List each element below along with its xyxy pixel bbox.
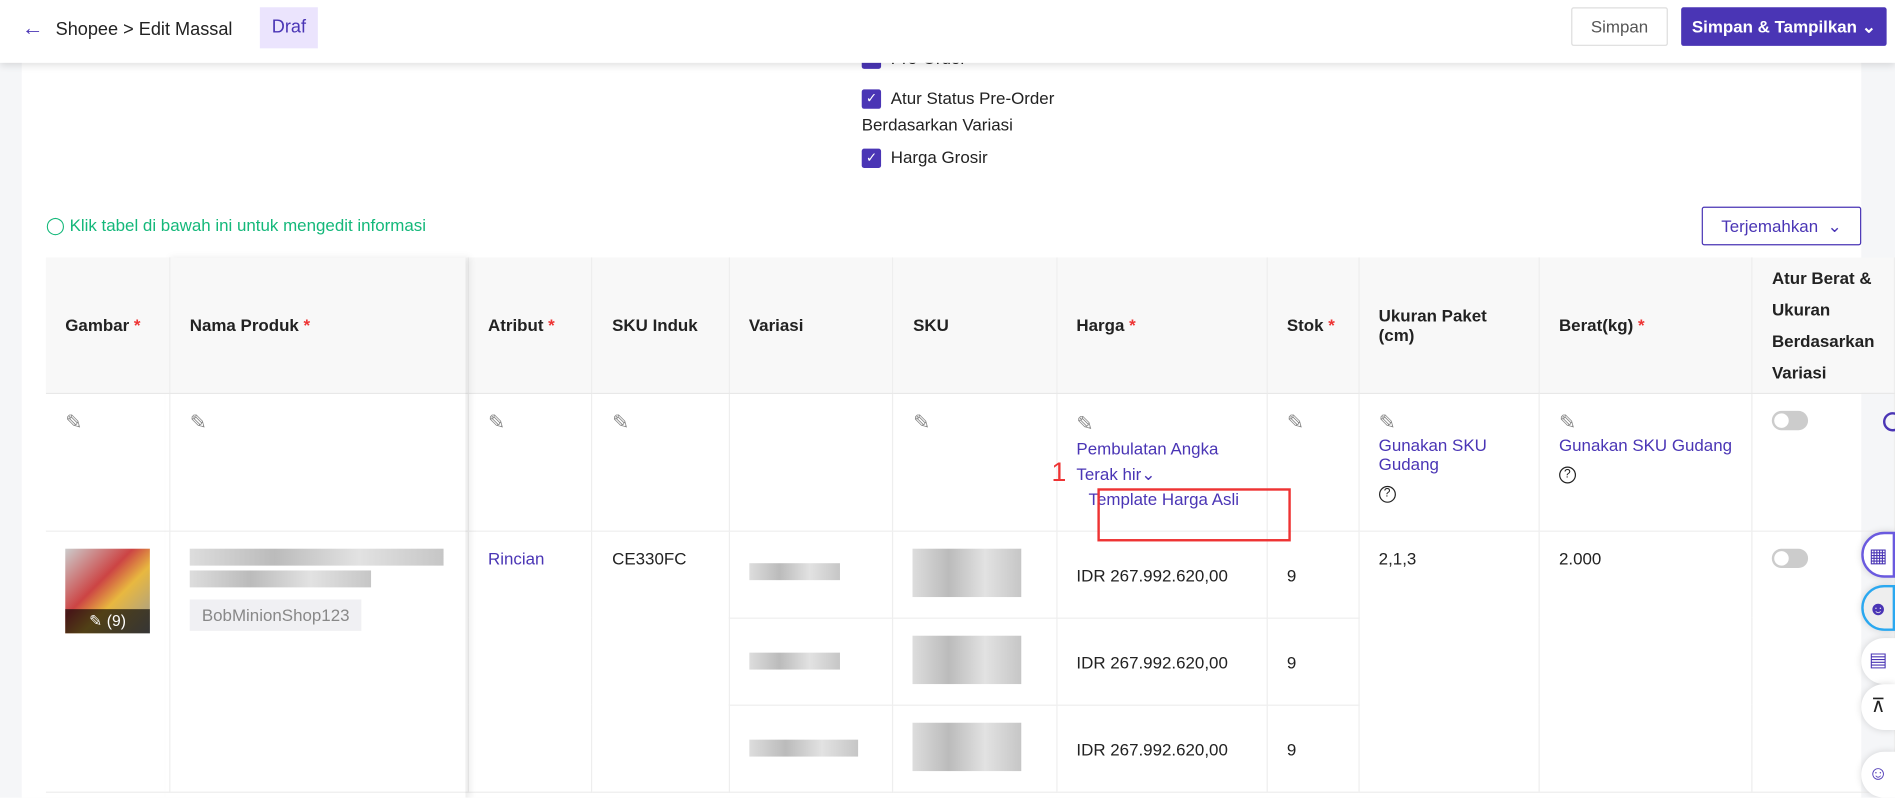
col-parent-sku: SKU Induk bbox=[592, 257, 730, 394]
warehouse-sku-link[interactable]: Gunakan SKU Gudang bbox=[1379, 434, 1487, 473]
breadcrumb: Shopee > Edit Massal bbox=[55, 19, 233, 40]
sku-blurred[interactable] bbox=[913, 722, 1022, 771]
edit-icon[interactable]: ✎ bbox=[1559, 410, 1732, 434]
edit-icon[interactable]: ✎ bbox=[488, 410, 572, 434]
package-size[interactable]: 2,1,3 bbox=[1358, 530, 1540, 793]
edit-icon[interactable]: ✎ bbox=[1287, 410, 1339, 434]
edit-icon[interactable]: ✎ bbox=[1076, 410, 1247, 435]
weight[interactable]: 2.000 bbox=[1539, 530, 1753, 793]
col-stock: Stok * bbox=[1266, 257, 1360, 394]
header-row: Gambar * Nama Produk * Atribut * SKU Ind… bbox=[45, 257, 1895, 394]
annotation-number: 1 bbox=[1051, 456, 1067, 488]
col-image: Gambar * bbox=[45, 257, 171, 394]
variation-blurred[interactable] bbox=[748, 652, 840, 669]
help-icon[interactable]: ? bbox=[1558, 465, 1576, 483]
checkbox[interactable]: ✓ bbox=[861, 89, 882, 110]
product-image[interactable]: ✎ (9) bbox=[65, 548, 150, 633]
option-label: Atur Status Pre-Order bbox=[890, 88, 1055, 108]
edit-icon[interactable]: ✎ bbox=[913, 410, 1036, 434]
sku-blurred[interactable] bbox=[913, 635, 1022, 684]
price[interactable]: IDR 267.992.620,00 bbox=[1056, 704, 1268, 793]
option-label-2: Berdasarkan Variasi bbox=[861, 114, 1013, 135]
annotation-box bbox=[1097, 488, 1291, 542]
circle-icon[interactable] bbox=[1882, 412, 1895, 432]
product-table: Gambar * Nama Produk * Atribut * SKU Ind… bbox=[45, 257, 1895, 793]
shop-tag: BobMinionShop123 bbox=[189, 598, 362, 631]
edit-icon[interactable]: ✎ bbox=[1379, 410, 1519, 434]
price[interactable]: IDR 267.992.620,00 bbox=[1056, 617, 1268, 706]
checkbox[interactable]: ✓ bbox=[861, 149, 882, 169]
col-attribute: Atribut * bbox=[468, 257, 593, 394]
warehouse-sku-link[interactable]: Gunakan SKU Gudang bbox=[1559, 434, 1732, 453]
edit-icon[interactable]: ✎ bbox=[612, 410, 709, 434]
stock[interactable]: 9 bbox=[1266, 617, 1360, 706]
option-wholesale[interactable]: ✓ Harga Grosir bbox=[861, 147, 988, 169]
parent-sku[interactable]: CE330FC bbox=[592, 530, 730, 793]
bulk-edit-row: ✎ ✎ ✎ ✎ ✎ ✎ Pembulatan Angka Terak hir⌄ Te… bbox=[45, 392, 1895, 532]
save-show-label: Simpan & Tampilkan bbox=[1691, 16, 1858, 37]
col-size: Ukuran Paket (cm) bbox=[1358, 257, 1540, 394]
edit-icon[interactable]: ✎ bbox=[65, 410, 150, 434]
product-name-blurred[interactable] bbox=[189, 548, 444, 566]
col-variation-weight: Atur Berat & Ukuran Berdasarkan Variasi bbox=[1751, 257, 1895, 394]
col-sku: SKU bbox=[893, 257, 1058, 394]
option-preorder-variation[interactable]: ✓ Atur Status Pre-Order Berdasarkan Varias… bbox=[861, 85, 1055, 138]
save-and-show-button[interactable]: Simpan & Tampilkan ⌄ bbox=[1681, 7, 1887, 46]
hint-text: Klik tabel di bawah ini untuk mengedit i… bbox=[69, 215, 427, 235]
table-row: ✎ (9) BobMinionShop123 Rincian CE330FC I… bbox=[45, 530, 1895, 793]
col-price: Harga * bbox=[1056, 257, 1268, 394]
save-button[interactable]: Simpan bbox=[1571, 7, 1668, 46]
toggle[interactable] bbox=[1771, 548, 1809, 568]
variation-blurred[interactable] bbox=[748, 739, 858, 756]
price[interactable]: IDR 267.992.620,00 bbox=[1056, 530, 1268, 619]
option-label: Harga Grosir bbox=[890, 147, 988, 167]
toggle[interactable] bbox=[1771, 410, 1809, 430]
translate-button[interactable]: Terjemahkan ⌄ bbox=[1701, 206, 1862, 246]
variation-blurred[interactable] bbox=[748, 562, 840, 580]
col-weight: Berat(kg) * bbox=[1539, 257, 1753, 394]
stock[interactable]: 9 bbox=[1266, 530, 1360, 619]
help-icon[interactable]: ? bbox=[1378, 485, 1396, 503]
edit-icon[interactable]: ✎ bbox=[89, 611, 102, 629]
back-arrow-icon[interactable]: ← bbox=[22, 16, 44, 41]
top-bar: ← Shopee > Edit Massal Draf Simpan Simpa… bbox=[0, 0, 1895, 63]
status-badge: Draf bbox=[259, 7, 318, 49]
sku-blurred[interactable] bbox=[913, 548, 1022, 597]
col-variation: Variasi bbox=[728, 257, 894, 394]
hint: ◯ Klik tabel di bawah ini untuk mengedit… bbox=[46, 215, 426, 236]
stock[interactable]: 9 bbox=[1266, 704, 1360, 793]
attribute-link[interactable]: Rincian bbox=[488, 548, 544, 567]
col-name: Nama Produk * bbox=[169, 257, 469, 394]
translate-label: Terjemahkan bbox=[1721, 216, 1819, 236]
lightbulb-icon: ◯ bbox=[45, 215, 65, 235]
edit-icon[interactable]: ✎ bbox=[190, 410, 448, 434]
image-count: (9) bbox=[106, 610, 126, 630]
